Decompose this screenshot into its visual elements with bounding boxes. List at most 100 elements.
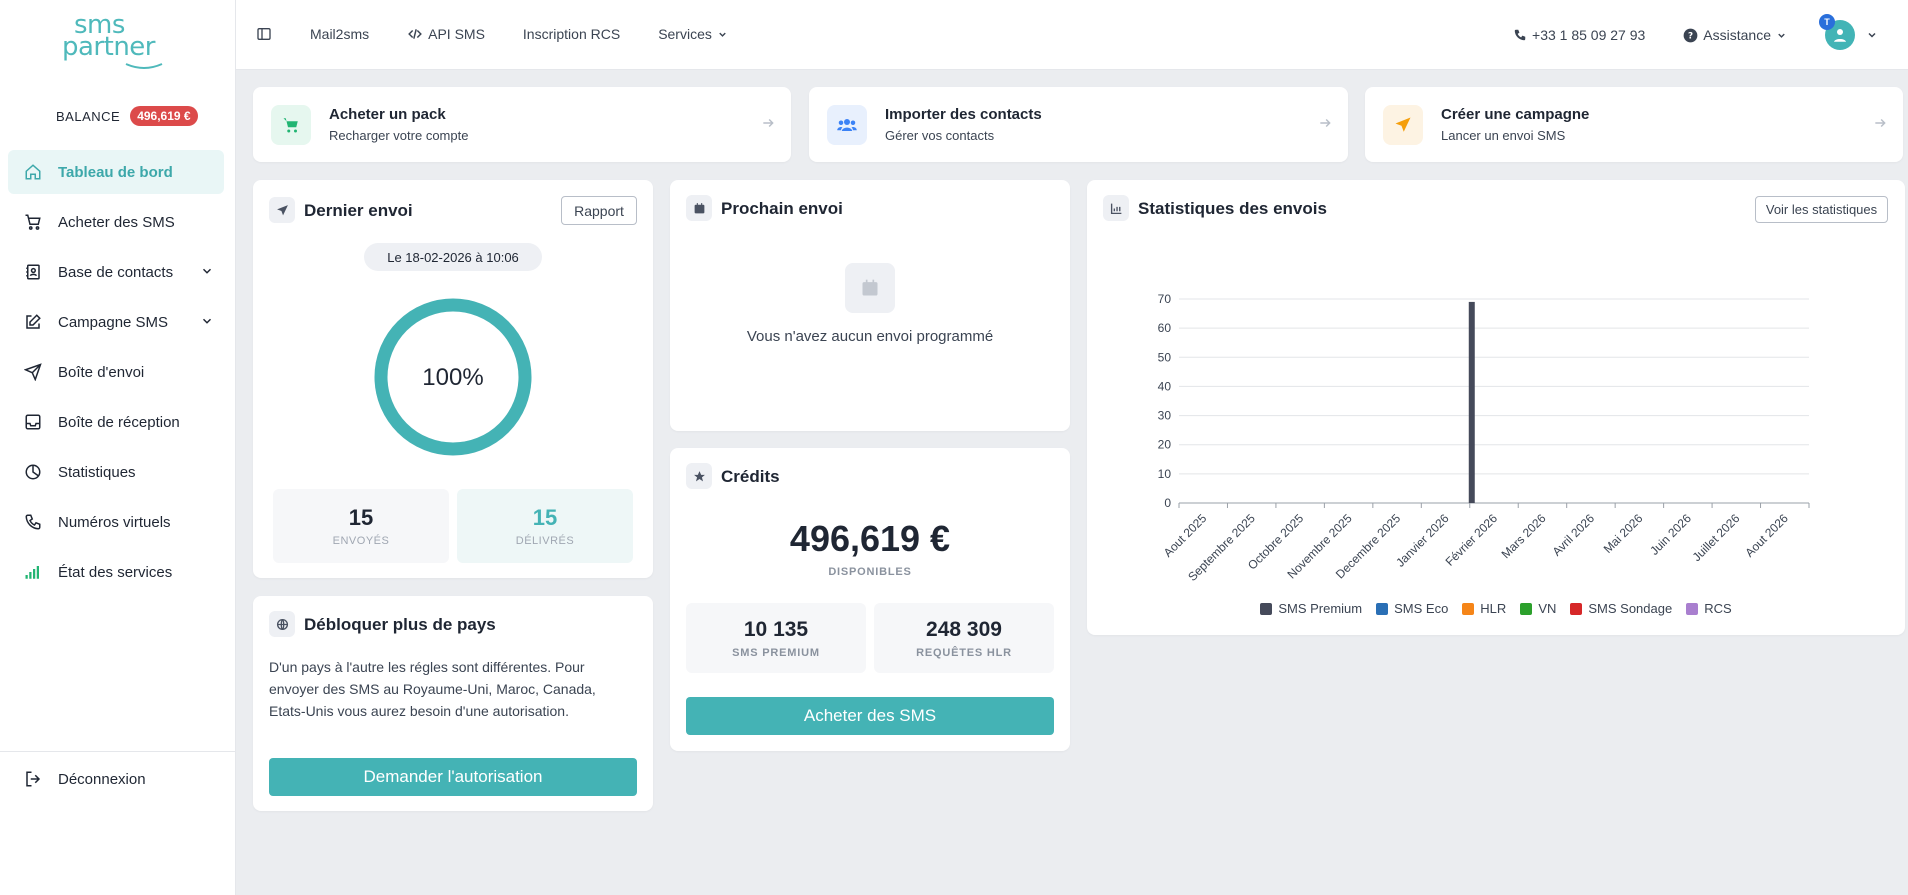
home-icon xyxy=(24,163,42,181)
sidebar-item-buy-sms[interactable]: Acheter des SMS xyxy=(8,200,224,244)
x-tick-label: Mars 2026 xyxy=(1499,511,1549,561)
sidebar-item-virtual-numbers[interactable]: Numéros virtuels xyxy=(8,500,224,544)
assistance-dropdown[interactable]: ? Assistance xyxy=(1683,27,1787,43)
legend-item[interactable]: VN xyxy=(1520,601,1556,616)
logout-button[interactable]: Déconnexion xyxy=(8,757,224,801)
sidebar-item-label: Base de contacts xyxy=(58,263,174,281)
contacts-book-icon xyxy=(24,263,42,281)
phone-number: +33 1 85 09 27 93 xyxy=(1532,27,1646,43)
legend-item[interactable]: SMS Sondage xyxy=(1570,601,1672,616)
delivery-percent: 100% xyxy=(422,364,483,391)
logo-line2: partner xyxy=(62,32,155,62)
sidebar-item-statistics[interactable]: Statistiques xyxy=(8,450,224,494)
credits-card: Crédits 496,619 € DISPONIBLES 10 135 SMS… xyxy=(670,448,1070,751)
logo-bubble-icon xyxy=(125,63,163,69)
legend-item[interactable]: RCS xyxy=(1686,601,1732,616)
premium-credits: 10 135 SMS PREMIUM xyxy=(686,603,866,673)
logout-label: Déconnexion xyxy=(58,770,146,788)
chart-bar xyxy=(1468,301,1475,503)
unlock-title: Débloquer plus de pays xyxy=(304,615,496,634)
quick-action-buy-pack[interactable]: Acheter un pack Recharger votre compte xyxy=(253,87,791,162)
quick-action-subtitle: Lancer un envoi SMS xyxy=(1441,128,1566,143)
logo[interactable]: sms partner xyxy=(62,12,172,70)
pie-chart-icon xyxy=(24,463,42,481)
sent-stat: 15 ENVOYÉS xyxy=(273,489,449,563)
premium-credits-value: 10 135 xyxy=(743,617,809,641)
y-tick-label: 20 xyxy=(1158,438,1172,452)
report-button[interactable]: Rapport xyxy=(561,196,637,225)
chart-legend: SMS Premium SMS Eco HLR VN SMS Sondage RCS xyxy=(1087,601,1905,616)
sidebar-item-campaign[interactable]: Campagne SMS xyxy=(8,300,224,344)
credits-title: Crédits xyxy=(721,467,780,486)
last-send-card: Dernier envoi Rapport Le 18-02-2026 à 10… xyxy=(253,180,653,578)
quick-action-subtitle: Gérer vos contacts xyxy=(885,128,995,143)
next-send-empty-text: Vous n'avez aucun envoi programmé xyxy=(746,328,994,345)
y-tick-label: 0 xyxy=(1164,496,1171,510)
legend-label: SMS Eco xyxy=(1394,601,1449,616)
help-icon: ? xyxy=(1683,28,1698,42)
arrow-right-icon xyxy=(763,118,774,128)
sidebar-toggle-button[interactable] xyxy=(256,26,272,42)
sidebar-item-dashboard[interactable]: Tableau de bord xyxy=(8,150,224,194)
stats-chart: 010203040506070Aout 2025Septembre 2025Oc… xyxy=(1158,292,1810,584)
unlock-text: D'un pays à l'autre les régles sont diff… xyxy=(269,659,596,719)
phone-link[interactable]: +33 1 85 09 27 93 xyxy=(1513,27,1645,43)
arrow-right-icon xyxy=(1320,118,1331,128)
user-menu[interactable]: T xyxy=(1819,14,1878,50)
send-icon xyxy=(269,197,295,223)
nav-inscription-rcs[interactable]: Inscription RCS xyxy=(523,26,620,42)
send-icon xyxy=(24,363,42,381)
inbox-icon xyxy=(24,413,42,431)
nav-api-sms[interactable]: API SMS xyxy=(407,26,485,42)
legend-item[interactable]: SMS Premium xyxy=(1260,601,1362,616)
sidebar-item-service-status[interactable]: État des services xyxy=(8,550,224,594)
edit-icon xyxy=(24,313,42,331)
y-tick-label: 10 xyxy=(1158,467,1172,481)
sidebar-item-outbox[interactable]: Boîte d'envoi xyxy=(8,350,224,394)
nav-services-dropdown[interactable]: Services xyxy=(658,26,728,42)
nav-mail2sms[interactable]: Mail2sms xyxy=(310,26,369,42)
nav-mail2sms-label: Mail2sms xyxy=(310,26,370,42)
quick-action-import-contacts[interactable]: Importer des contacts Gérer vos contacts xyxy=(809,87,1348,162)
legend-item[interactable]: SMS Eco xyxy=(1376,601,1448,616)
request-authorization-button[interactable]: Demander l'autorisation xyxy=(269,758,637,796)
legend-item[interactable]: HLR xyxy=(1462,601,1506,616)
sidebar-item-label: Boîte d'envoi xyxy=(58,363,145,381)
balance: BALANCE 496,619 € xyxy=(56,106,198,126)
x-tick-label: Janvier 2026 xyxy=(1393,511,1452,570)
legend-label: RCS xyxy=(1704,601,1732,616)
hlr-credits: 248 309 REQUÊTES HLR xyxy=(874,603,1054,673)
chevron-down-icon xyxy=(202,318,212,324)
chevron-down-icon xyxy=(719,32,726,37)
x-tick-label: Aout 2026 xyxy=(1742,511,1791,560)
avatar[interactable]: T xyxy=(1819,14,1855,50)
y-tick-label: 30 xyxy=(1158,409,1172,423)
premium-credits-label: SMS PREMIUM xyxy=(732,646,820,659)
sent-label: ENVOYÉS xyxy=(332,535,390,547)
legend-label: SMS Premium xyxy=(1278,601,1363,616)
arrow-right-icon xyxy=(1875,118,1886,128)
next-send-card: Prochain envoi Vous n'avez aucun envoi p… xyxy=(670,180,1070,431)
stats-title: Statistiques des envois xyxy=(1138,199,1327,218)
view-statistics-button[interactable]: Voir les statistiques xyxy=(1755,196,1888,223)
sidebar-logout: Déconnexion xyxy=(8,757,224,807)
quick-action-create-campaign[interactable]: Créer une campagne Lancer un envoi SMS xyxy=(1365,87,1903,162)
hlr-credits-label: REQUÊTES HLR xyxy=(916,646,1012,659)
code-icon xyxy=(408,29,422,39)
stats-card: Statistiques des envois Voir les statist… xyxy=(1087,180,1905,635)
delivered-value: 15 xyxy=(532,505,558,530)
sidebar-item-label: État des services xyxy=(58,563,173,581)
top-bar: Mail2sms API SMS Inscription RCS Service… xyxy=(236,0,1908,70)
star-icon xyxy=(686,463,712,489)
sidebar-toggle-icon xyxy=(257,28,271,40)
users-icon xyxy=(827,104,867,145)
buy-sms-button[interactable]: Acheter des SMS xyxy=(686,697,1054,735)
sidebar-item-label: Campagne SMS xyxy=(58,313,169,331)
top-nav: Mail2sms API SMS Inscription RCS Service… xyxy=(256,26,766,42)
chevron-down-icon xyxy=(202,268,212,274)
sidebar-item-inbox[interactable]: Boîte de réception xyxy=(8,400,224,444)
top-right: +33 1 85 09 27 93 ? Assistance T xyxy=(1475,14,1878,50)
nav-services-label: Services xyxy=(658,26,712,42)
sidebar-item-contacts[interactable]: Base de contacts xyxy=(8,250,224,294)
quick-action-title: Créer une campagne xyxy=(1441,106,1590,123)
